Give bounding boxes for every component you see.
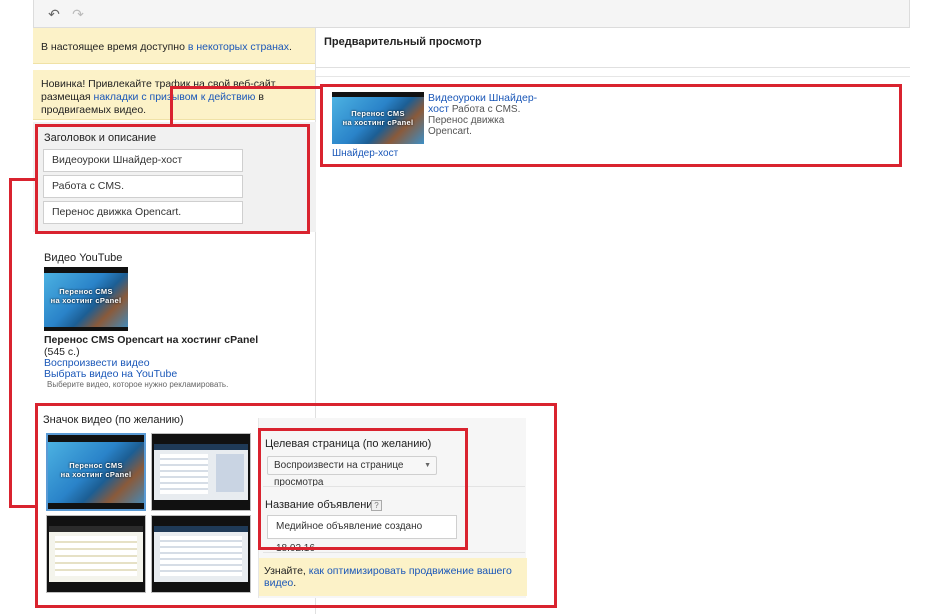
availability-notice: В настоящее время доступно в некоторых с…	[33, 28, 315, 64]
annotation-connector	[170, 86, 173, 126]
new-feature-notice: Новинка! Привлекайте трафик на свой веб-…	[33, 70, 315, 120]
toolbar: ↶ ↷	[33, 0, 910, 28]
preview-title: Предварительный просмотр	[324, 36, 482, 48]
undo-icon[interactable]: ↶	[46, 6, 62, 22]
annotation-box-settings	[258, 428, 468, 550]
preview-header: Предварительный просмотр	[316, 28, 910, 68]
countries-link[interactable]: в некоторых странах	[188, 41, 289, 53]
redo-icon[interactable]: ↷	[70, 6, 86, 22]
annotation-connector	[9, 505, 37, 508]
video-title: Перенос CMS Opencart на хостинг cPanel	[44, 334, 259, 346]
youtube-video-section: Видео YouTube Перенос CMS на хостинг cPa…	[33, 240, 316, 395]
section-heading: Видео YouTube	[44, 252, 123, 264]
annotation-connector	[9, 178, 12, 508]
annotation-connector	[9, 178, 37, 181]
choose-video-link[interactable]: Выбрать видео на YouTube	[44, 368, 177, 380]
annotation-connector	[170, 86, 322, 89]
annotation-box-title	[35, 124, 310, 234]
annotation-box-preview	[320, 84, 902, 167]
video-thumbnail[interactable]: Перенос CMS на хостинг cPanel	[44, 267, 128, 331]
overlay-link[interactable]: накладки с призывом к действию	[94, 91, 256, 103]
video-hint: Выберите видео, которое нужно рекламиров…	[47, 380, 229, 389]
